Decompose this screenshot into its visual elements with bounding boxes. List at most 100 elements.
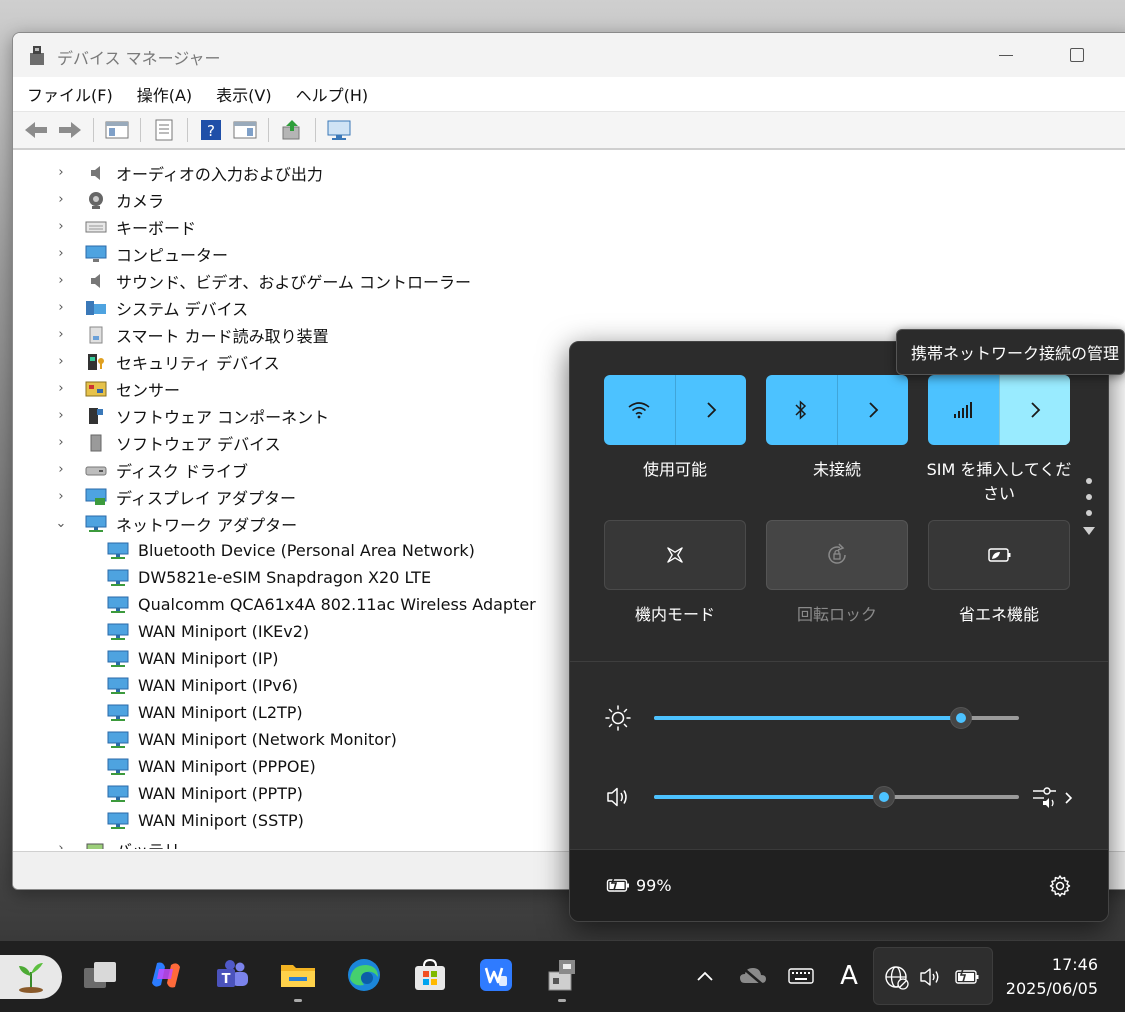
- onedrive-button[interactable]: [738, 963, 768, 989]
- tree-category[interactable]: › ソフトウェア コンポーネント: [55, 402, 329, 429]
- menu-action[interactable]: 操作(A): [137, 82, 192, 106]
- copilot-button[interactable]: [146, 955, 186, 995]
- minimize-button[interactable]: [983, 39, 1029, 71]
- window-title: デバイス マネージャー: [57, 49, 221, 68]
- chevron-right-icon[interactable]: ›: [55, 273, 67, 288]
- chevron-right-icon[interactable]: ›: [55, 165, 67, 180]
- tree-device[interactable]: WAN Miniport (IKEv2): [107, 618, 309, 645]
- chevron-down-icon[interactable]: ⌄: [55, 516, 67, 531]
- tree-category[interactable]: › ディスク ドライブ: [55, 456, 248, 483]
- tree-category[interactable]: › オーディオの入力および出力: [55, 159, 323, 186]
- chevron-right-icon[interactable]: ›: [55, 841, 67, 849]
- page-down-icon[interactable]: [1082, 526, 1096, 536]
- tree-category[interactable]: › バッテリ: [55, 835, 180, 849]
- page-dot[interactable]: [1086, 510, 1092, 516]
- gear-icon[interactable]: [1048, 874, 1072, 898]
- forward-button[interactable]: [55, 117, 85, 143]
- tree-device[interactable]: WAN Miniport (SSTP): [107, 807, 304, 834]
- brightness-thumb[interactable]: [949, 707, 972, 729]
- battery-percentage[interactable]: 99%: [636, 876, 672, 895]
- rotation-lock-tile[interactable]: [766, 520, 908, 590]
- help-button[interactable]: ?: [196, 117, 226, 143]
- properties-button[interactable]: [149, 117, 179, 143]
- bluetooth-expand-button[interactable]: [836, 375, 909, 445]
- title-bar[interactable]: デバイス マネージャー: [13, 33, 1125, 77]
- cellular-toggle[interactable]: [928, 375, 999, 445]
- chevron-right-icon[interactable]: ›: [55, 246, 67, 261]
- chevron-right-icon[interactable]: ›: [55, 192, 67, 207]
- show-hidden-icons-button[interactable]: [692, 963, 718, 989]
- tree-device[interactable]: DW5821e-eSIM Snapdragon X20 LTE: [107, 564, 431, 591]
- wps-office-button[interactable]: [476, 955, 516, 995]
- tree-device[interactable]: WAN Miniport (L2TP): [107, 699, 303, 726]
- tree-device[interactable]: WAN Miniport (IPv6): [107, 672, 298, 699]
- tree-category[interactable]: › スマート カード読み取り装置: [55, 321, 329, 348]
- wifi-expand-button[interactable]: [674, 375, 747, 445]
- chevron-right-icon[interactable]: ›: [55, 327, 67, 342]
- quick-settings-tray-button[interactable]: [873, 947, 993, 1005]
- page-dot[interactable]: [1086, 478, 1092, 484]
- edge-button[interactable]: [344, 955, 384, 995]
- chevron-right-icon[interactable]: ›: [55, 300, 67, 315]
- update-driver-button[interactable]: [277, 117, 307, 143]
- back-button[interactable]: [21, 117, 51, 143]
- chevron-right-icon[interactable]: ›: [55, 354, 67, 369]
- tree-device[interactable]: Bluetooth Device (Personal Area Network): [107, 537, 475, 564]
- device-manager-taskbar-button[interactable]: [542, 955, 582, 995]
- chevron-right-icon[interactable]: ›: [55, 408, 67, 423]
- tree-category[interactable]: › システム デバイス: [55, 294, 248, 321]
- cellular-icon: [954, 402, 973, 418]
- energy-saver-tile[interactable]: [928, 520, 1070, 590]
- cellular-tile[interactable]: [928, 375, 1070, 445]
- volume-icon[interactable]: [604, 783, 632, 811]
- battery-charging-icon[interactable]: [606, 874, 632, 896]
- volume-thumb[interactable]: [872, 786, 895, 808]
- tree-category[interactable]: › センサー: [55, 375, 180, 402]
- tree-category[interactable]: › コンピューター: [55, 240, 228, 267]
- menu-file[interactable]: ファイル(F): [27, 82, 113, 106]
- audio-output-button[interactable]: [1030, 785, 1078, 811]
- ime-indicator[interactable]: A: [836, 961, 862, 991]
- bluetooth-toggle[interactable]: [766, 375, 837, 445]
- store-button[interactable]: [410, 955, 450, 995]
- file-explorer-button[interactable]: [278, 955, 318, 995]
- tree-category[interactable]: › サウンド、ビデオ、およびゲーム コントローラー: [55, 267, 471, 294]
- cellular-expand-button[interactable]: [998, 375, 1070, 445]
- teams-button[interactable]: T: [212, 955, 252, 995]
- tree-category[interactable]: › セキュリティ デバイス: [55, 348, 280, 375]
- touch-keyboard-button[interactable]: [786, 963, 816, 989]
- chevron-right-icon[interactable]: ›: [55, 489, 67, 504]
- task-view-button[interactable]: [80, 955, 120, 995]
- show-hide-tree-button[interactable]: [102, 117, 132, 143]
- tree-category-expanded[interactable]: ⌄ ネットワーク アダプター: [55, 510, 297, 537]
- menu-help[interactable]: ヘルプ(H): [296, 82, 369, 106]
- chevron-right-icon[interactable]: ›: [55, 462, 67, 477]
- chevron-right-icon[interactable]: ›: [55, 381, 67, 396]
- tree-device[interactable]: WAN Miniport (Network Monitor): [107, 726, 397, 753]
- page-dot[interactable]: [1086, 494, 1092, 500]
- tile-page-indicator[interactable]: [1082, 478, 1096, 536]
- tree-category[interactable]: › ソフトウェア デバイス: [55, 429, 281, 456]
- tree-device[interactable]: WAN Miniport (PPTP): [107, 780, 303, 807]
- tree-device[interactable]: Qualcomm QCA61x4A 802.11ac Wireless Adap…: [107, 591, 536, 618]
- action-pane-button[interactable]: [230, 117, 260, 143]
- widgets-button[interactable]: [0, 955, 62, 999]
- chevron-right-icon[interactable]: ›: [55, 435, 67, 450]
- scan-hardware-button[interactable]: [324, 117, 354, 143]
- menu-view[interactable]: 表示(V): [216, 82, 271, 106]
- tree-category[interactable]: › キーボード: [55, 213, 196, 240]
- chevron-right-icon[interactable]: ›: [55, 219, 67, 234]
- maximize-button[interactable]: [1053, 39, 1099, 71]
- tree-category[interactable]: › カメラ: [55, 186, 164, 213]
- brightness-slider[interactable]: [654, 707, 1019, 729]
- wifi-tile[interactable]: [604, 375, 746, 445]
- software-device-icon: [90, 434, 102, 451]
- airplane-mode-tile[interactable]: [604, 520, 746, 590]
- taskbar-clock[interactable]: 17:46 2025/06/05: [1006, 953, 1098, 1001]
- bluetooth-tile[interactable]: [766, 375, 908, 445]
- tree-device[interactable]: WAN Miniport (PPPOE): [107, 753, 316, 780]
- wifi-toggle[interactable]: [604, 375, 675, 445]
- tree-device[interactable]: WAN Miniport (IP): [107, 645, 279, 672]
- tree-category[interactable]: › ディスプレイ アダプター: [55, 483, 296, 510]
- volume-slider[interactable]: [654, 786, 1019, 808]
